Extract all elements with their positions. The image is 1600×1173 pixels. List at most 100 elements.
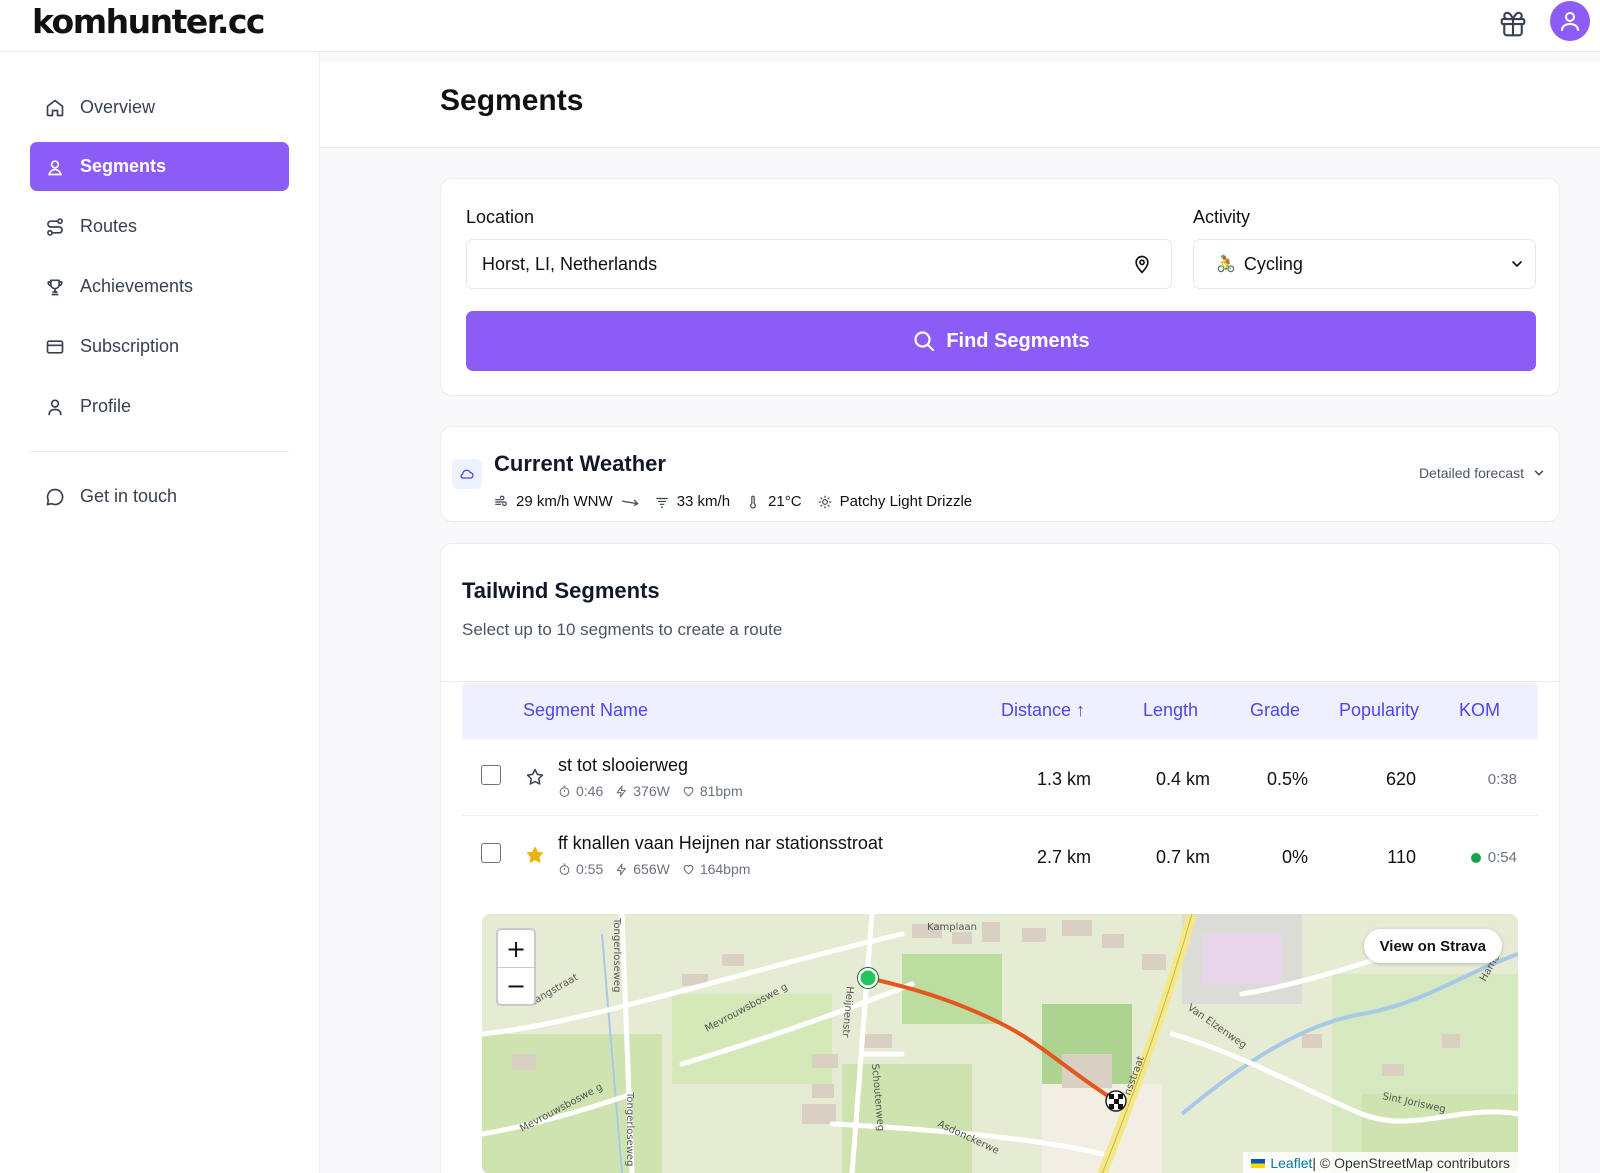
- segment-hr: 164bpm: [699, 861, 751, 877]
- street-label: Tongerloseweg: [624, 1091, 635, 1166]
- sidebar-item-overview[interactable]: Overview: [30, 83, 289, 132]
- gust-speed: 33 km/h: [676, 493, 731, 510]
- segment-kom: 0:54: [1470, 849, 1517, 866]
- gift-icon[interactable]: [1498, 9, 1528, 39]
- view-on-strava-button[interactable]: View on Strava: [1363, 929, 1502, 963]
- chevron-down-icon: [1512, 261, 1522, 268]
- trophy-icon: [47, 279, 63, 295]
- segment-distance: 2.7 km: [1036, 847, 1091, 867]
- sidebar-item-segments[interactable]: Segments: [30, 142, 289, 191]
- logo[interactable]: komhunter.cc: [32, 2, 265, 41]
- table-row[interactable]: st tot slooierweg 0:46 376W 81bpm 1.3 km…: [462, 739, 1538, 816]
- sidebar-item-get-in-touch[interactable]: Get in touch: [30, 472, 289, 521]
- segment-power: 656W: [633, 861, 670, 877]
- heart-icon: [683, 786, 694, 796]
- segment-time: 0:55: [576, 861, 604, 877]
- stopwatch-icon: [559, 863, 570, 875]
- segments-icon: [48, 159, 62, 175]
- kom-time: 0:54: [1487, 849, 1517, 866]
- cloud-icon: [452, 459, 482, 489]
- segment-length: 0.7 km: [1155, 847, 1210, 867]
- leaflet-link[interactable]: Leaflet: [1270, 1155, 1312, 1171]
- segment-time: 0:46: [576, 783, 604, 799]
- col-segment-name[interactable]: Segment Name: [523, 700, 648, 721]
- sun-icon: [818, 495, 831, 508]
- home-icon: [46, 99, 64, 116]
- location-label: Location: [466, 207, 535, 227]
- col-length[interactable]: Length: [1143, 700, 1198, 721]
- activity-value: Cycling: [1243, 253, 1303, 274]
- gust-icon: [655, 497, 668, 508]
- sidebar-item-label: Routes: [80, 216, 138, 236]
- segment-kom: 0:38: [1488, 771, 1517, 788]
- map-tiles: Kamplaan Tongerloseweg Langstraat Mevrou…: [482, 914, 1518, 1173]
- map-attribution: Leaflet | © OpenStreetMap contributors: [1243, 1152, 1518, 1173]
- top-bar: komhunter.cc: [0, 0, 1600, 52]
- col-kom[interactable]: KOM: [1459, 700, 1500, 721]
- activity-select[interactable]: 🚴 Cycling: [1193, 239, 1536, 289]
- sidebar-item-label: Overview: [80, 97, 156, 117]
- sidebar-item-profile[interactable]: Profile: [30, 382, 289, 431]
- kom-held-indicator: [1470, 852, 1481, 863]
- wind-icon: [495, 495, 507, 506]
- user-icon: [48, 399, 62, 415]
- sidebar-item-achievements[interactable]: Achievements: [30, 262, 289, 311]
- segment-grade: 0.5%: [1266, 769, 1308, 789]
- zoom-control: + −: [496, 928, 536, 1006]
- condition: Patchy Light Drizzle: [839, 493, 973, 510]
- forecast-label: Detailed forecast: [1418, 465, 1524, 481]
- segment-length: 0.4 km: [1155, 769, 1210, 789]
- find-segments-label: Find Segments: [946, 329, 1090, 352]
- find-segments-button[interactable]: Find Segments: [466, 311, 1536, 371]
- sidebar-item-subscription[interactable]: Subscription: [30, 322, 289, 371]
- star-filled-icon[interactable]: [525, 845, 545, 865]
- street-label: Kamplaan: [927, 922, 977, 933]
- detailed-forecast-toggle[interactable]: Detailed forecast: [1419, 465, 1546, 481]
- weather-details: 29 km/h WNW 33 km/h 21°C Patchy Light Dr…: [494, 493, 972, 510]
- chevron-down-icon: [1534, 470, 1544, 476]
- avatar[interactable]: [1550, 1, 1590, 41]
- ukraine-flag-icon: [1251, 1158, 1266, 1168]
- col-grade[interactable]: Grade: [1250, 700, 1300, 721]
- wind-direction-icon: [621, 499, 639, 506]
- segments-title: Tailwind Segments: [462, 578, 660, 603]
- zoom-in-button[interactable]: +: [498, 930, 534, 967]
- wind-speed: 29 km/h WNW: [516, 493, 613, 510]
- lightning-icon: [616, 785, 627, 797]
- sidebar-item-label: Achievements: [80, 276, 194, 296]
- card-icon: [46, 339, 64, 354]
- cycling-icon: 🚴: [1216, 256, 1236, 273]
- col-distance[interactable]: Distance ↑: [1001, 700, 1085, 721]
- segment-map[interactable]: Kamplaan Tongerloseweg Langstraat Mevrou…: [482, 914, 1518, 1173]
- table-row[interactable]: ff knallen vaan Heijnen nar stationsstro…: [462, 817, 1538, 894]
- star-outline-icon[interactable]: [525, 767, 545, 787]
- chat-icon: [46, 488, 64, 505]
- segment-meta: 0:55 656W 164bpm: [558, 861, 750, 877]
- osm-attribution: | © OpenStreetMap contributors: [1312, 1155, 1510, 1171]
- sidebar-item-label: Subscription: [80, 336, 180, 356]
- temperature: 21°C: [768, 493, 802, 510]
- thermometer-icon: [750, 495, 756, 509]
- route-finish-marker: [1105, 1090, 1127, 1112]
- kom-time: 0:38: [1487, 771, 1517, 788]
- col-popularity[interactable]: Popularity: [1339, 700, 1419, 721]
- nav-divider: [30, 451, 289, 452]
- table-header: Segment Name Distance ↑ Length Grade Pop…: [462, 683, 1538, 739]
- segment-meta: 0:46 376W 81bpm: [558, 783, 743, 799]
- segment-name[interactable]: st tot slooierweg: [558, 755, 688, 776]
- row-checkbox[interactable]: [481, 765, 501, 785]
- segment-name[interactable]: ff knallen vaan Heijnen nar stationsstro…: [558, 833, 883, 854]
- user-icon: [1561, 12, 1579, 31]
- segment-distance: 1.3 km: [1036, 769, 1091, 789]
- map-pin-icon[interactable]: [1132, 254, 1152, 274]
- search-icon: [914, 331, 935, 352]
- divider: [441, 681, 1559, 682]
- segment-popularity: 110: [1387, 847, 1416, 867]
- row-checkbox[interactable]: [481, 843, 501, 863]
- street-label: Tongerloseweg: [611, 917, 622, 992]
- sidebar-item-routes[interactable]: Routes: [30, 202, 289, 251]
- zoom-out-button[interactable]: −: [498, 967, 534, 1004]
- sidebar-item-label: Segments: [80, 156, 167, 176]
- location-input[interactable]: [466, 239, 1172, 289]
- segment-power: 376W: [633, 783, 670, 799]
